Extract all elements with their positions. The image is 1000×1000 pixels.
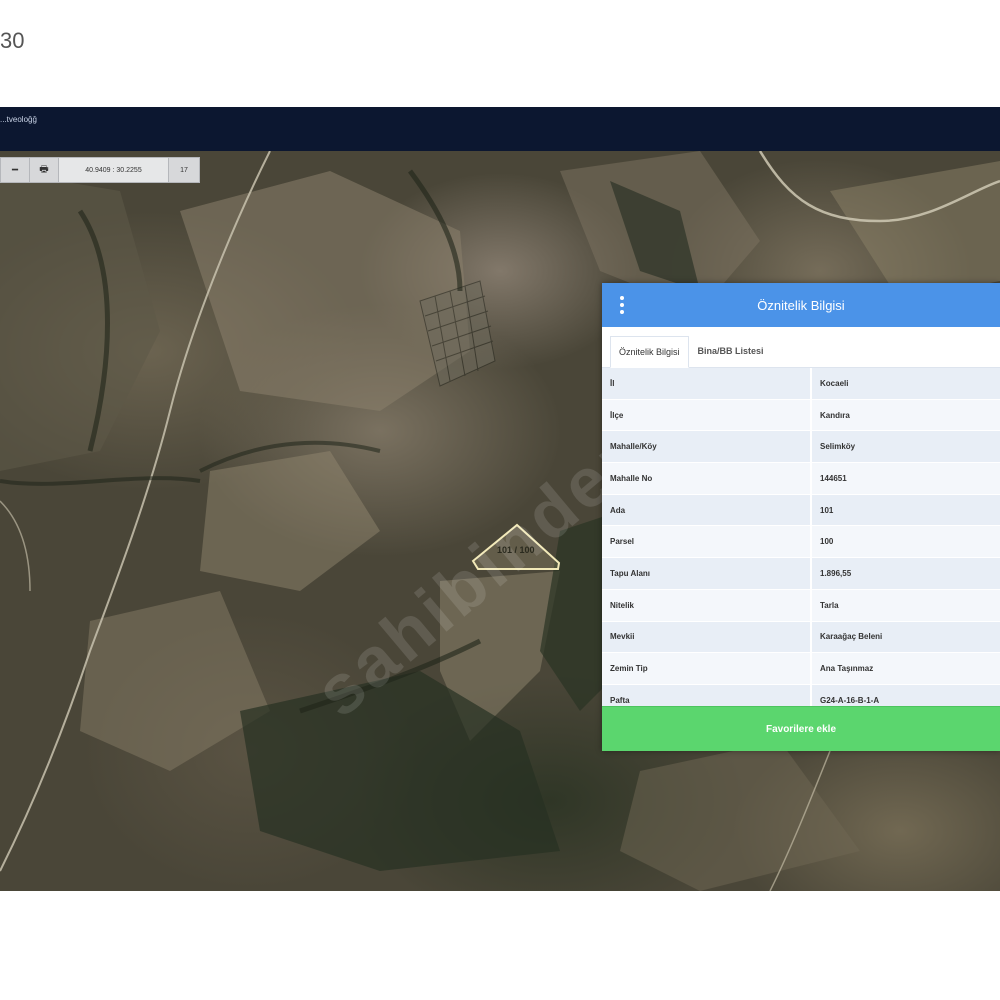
table-row: Parsel 100 [602,526,1000,559]
table-row: Tapu Alanı 1.896,55 [602,558,1000,590]
row-key: Mahalle No [602,463,812,494]
app-title: ...tveoloğğ [0,115,37,124]
row-key: İlçe [602,399,812,431]
row-key: Mahalle/Köy [602,431,812,463]
row-value: Kocaeli [820,378,849,388]
row-key: İl [602,368,812,399]
print-icon[interactable]: 🖶 [30,158,59,182]
tab-attribute-info[interactable]: Öznitelik Bilgisi [610,336,689,368]
menu-icon[interactable] [620,296,624,314]
row-value: 101 [820,505,834,515]
corner-number: 30 [0,28,25,53]
zoom-out-icon[interactable]: ━ [1,158,30,182]
table-row: Nitelik Tarla [602,589,1000,622]
add-to-favorites-button[interactable]: Favorilere ekle [602,706,1000,751]
table-row: İlçe Kandıra [602,399,1000,432]
row-key: Tapu Alanı [602,558,812,589]
row-value: Karaağaç Beleni [820,632,883,642]
coordinates-readout: 40.9409 : 30.2255 [59,158,169,182]
row-value: Ana Taşınmaz [820,664,874,674]
panel-header: Öznitelik Bilgisi [602,283,1000,327]
table-row: İl Kocaeli [602,368,1000,400]
row-value: 100 [820,537,834,547]
attribute-table: İl Kocaeli İlçe Kandıra Mahalle/Köy Selimkö… [602,368,1000,717]
panel-title: Öznitelik Bilgisi [757,297,845,313]
attribute-panel: Öznitelik Bilgisi Öznitelik Bilgisi Bina… [602,283,1000,751]
row-key: Nitelik [602,589,812,621]
app-titlebar: ...tveoloğğ [0,107,1000,151]
table-row: Mevkii Karaağaç Beleni [602,621,1000,654]
parcel-label: 101 / 100 [497,545,535,555]
row-key: Mevkii [602,621,812,653]
row-key: Ada [602,494,812,526]
row-value: 1.896,55 [820,568,852,578]
table-row: Mahalle No 144651 [602,463,1000,495]
row-key: Parsel [602,526,812,558]
table-row: Ada 101 [602,494,1000,527]
table-row: Mahalle/Köy Selimköy [602,431,1000,464]
zoom-level: 17 [180,166,188,174]
row-value: 144651 [820,473,847,483]
row-value: Selimköy [820,442,856,452]
map-toolbar: ━ 🖶 40.9409 : 30.2255 17 [0,157,200,183]
row-key: Zemin Tip [602,653,812,684]
row-value: Kandıra [820,410,850,420]
tab-building-list[interactable]: Bina/BB Listesi [689,335,773,367]
panel-tabs: Öznitelik Bilgisi Bina/BB Listesi [602,327,1000,368]
row-value: Tarla [820,600,839,610]
table-row: Zemin Tip Ana Taşınmaz [602,653,1000,685]
